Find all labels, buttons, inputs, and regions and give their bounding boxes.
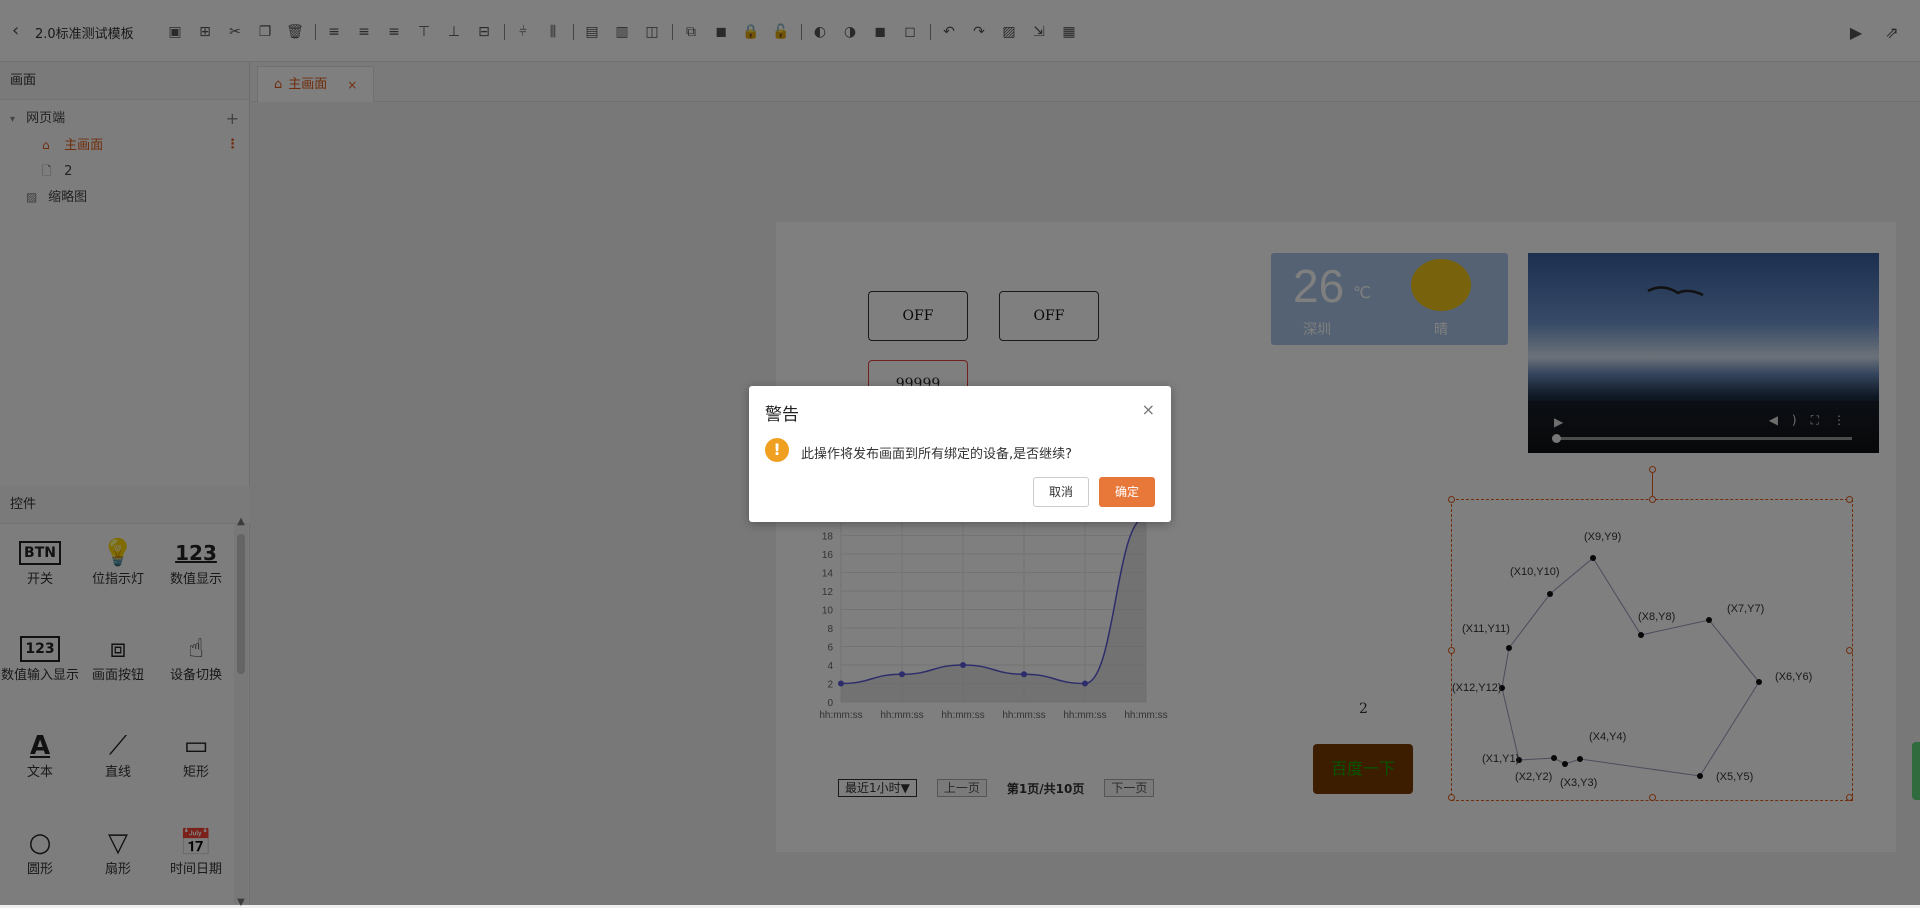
dialog-title: 警告 bbox=[765, 405, 799, 425]
right-edge-tab[interactable] bbox=[1912, 742, 1920, 800]
confirm-button[interactable]: 确定 bbox=[1099, 477, 1155, 507]
warning-icon: ! bbox=[765, 438, 789, 462]
close-icon[interactable]: × bbox=[1142, 400, 1155, 419]
warning-dialog: 警告 × ! 此操作将发布画面到所有绑定的设备,是否继续? 取消 确定 bbox=[749, 386, 1171, 522]
dialog-message: 此操作将发布画面到所有绑定的设备,是否继续? bbox=[801, 447, 1073, 462]
cancel-button[interactable]: 取消 bbox=[1033, 477, 1089, 507]
